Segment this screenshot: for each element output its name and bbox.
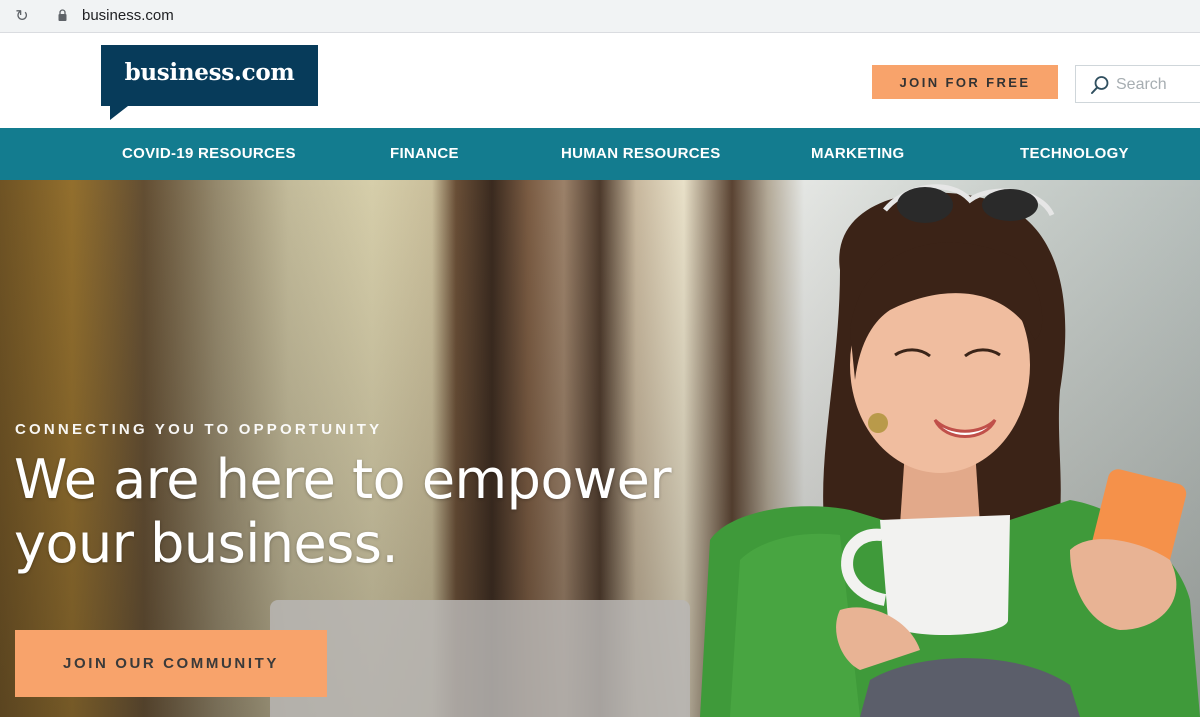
lock-icon: [58, 9, 67, 21]
hero-headline: We are here to empower your business.: [14, 448, 774, 576]
hero-section: CONNECTING YOU TO OPPORTUNITY We are her…: [0, 180, 1200, 717]
nav-item-technology[interactable]: TECHNOLOGY: [1020, 145, 1129, 162]
site-logo[interactable]: business.com: [101, 45, 318, 106]
laptop-image: [270, 600, 690, 717]
nav-item-marketing[interactable]: MARKETING: [811, 145, 905, 162]
logo-text: business.com: [124, 59, 295, 86]
hero-eyebrow: CONNECTING YOU TO OPPORTUNITY: [15, 421, 383, 438]
join-for-free-button[interactable]: JOIN FOR FREE: [872, 65, 1058, 99]
logo-speech-tail: [110, 106, 128, 120]
search-box[interactable]: [1075, 65, 1200, 103]
search-input[interactable]: [1116, 74, 1200, 96]
search-icon[interactable]: [1090, 75, 1110, 95]
browser-address-bar: ↻ business.com: [0, 0, 1200, 33]
join-our-community-button[interactable]: JOIN OUR COMMUNITY: [15, 630, 327, 697]
hero-headline-line-1: We are here to empower: [14, 448, 672, 511]
nav-item-finance[interactable]: FINANCE: [390, 145, 459, 162]
main-nav: COVID-19 RESOURCES FINANCE HUMAN RESOURC…: [0, 128, 1200, 180]
reload-icon[interactable]: ↻: [12, 6, 32, 26]
url-field[interactable]: [46, 2, 1200, 30]
url-text[interactable]: business.com: [82, 7, 174, 24]
nav-item-covid-19-resources[interactable]: COVID-19 RESOURCES: [122, 145, 296, 162]
nav-item-human-resources[interactable]: HUMAN RESOURCES: [561, 145, 721, 162]
site-header: business.com JOIN FOR FREE: [0, 33, 1200, 128]
hero-headline-line-2: your business.: [14, 512, 399, 575]
